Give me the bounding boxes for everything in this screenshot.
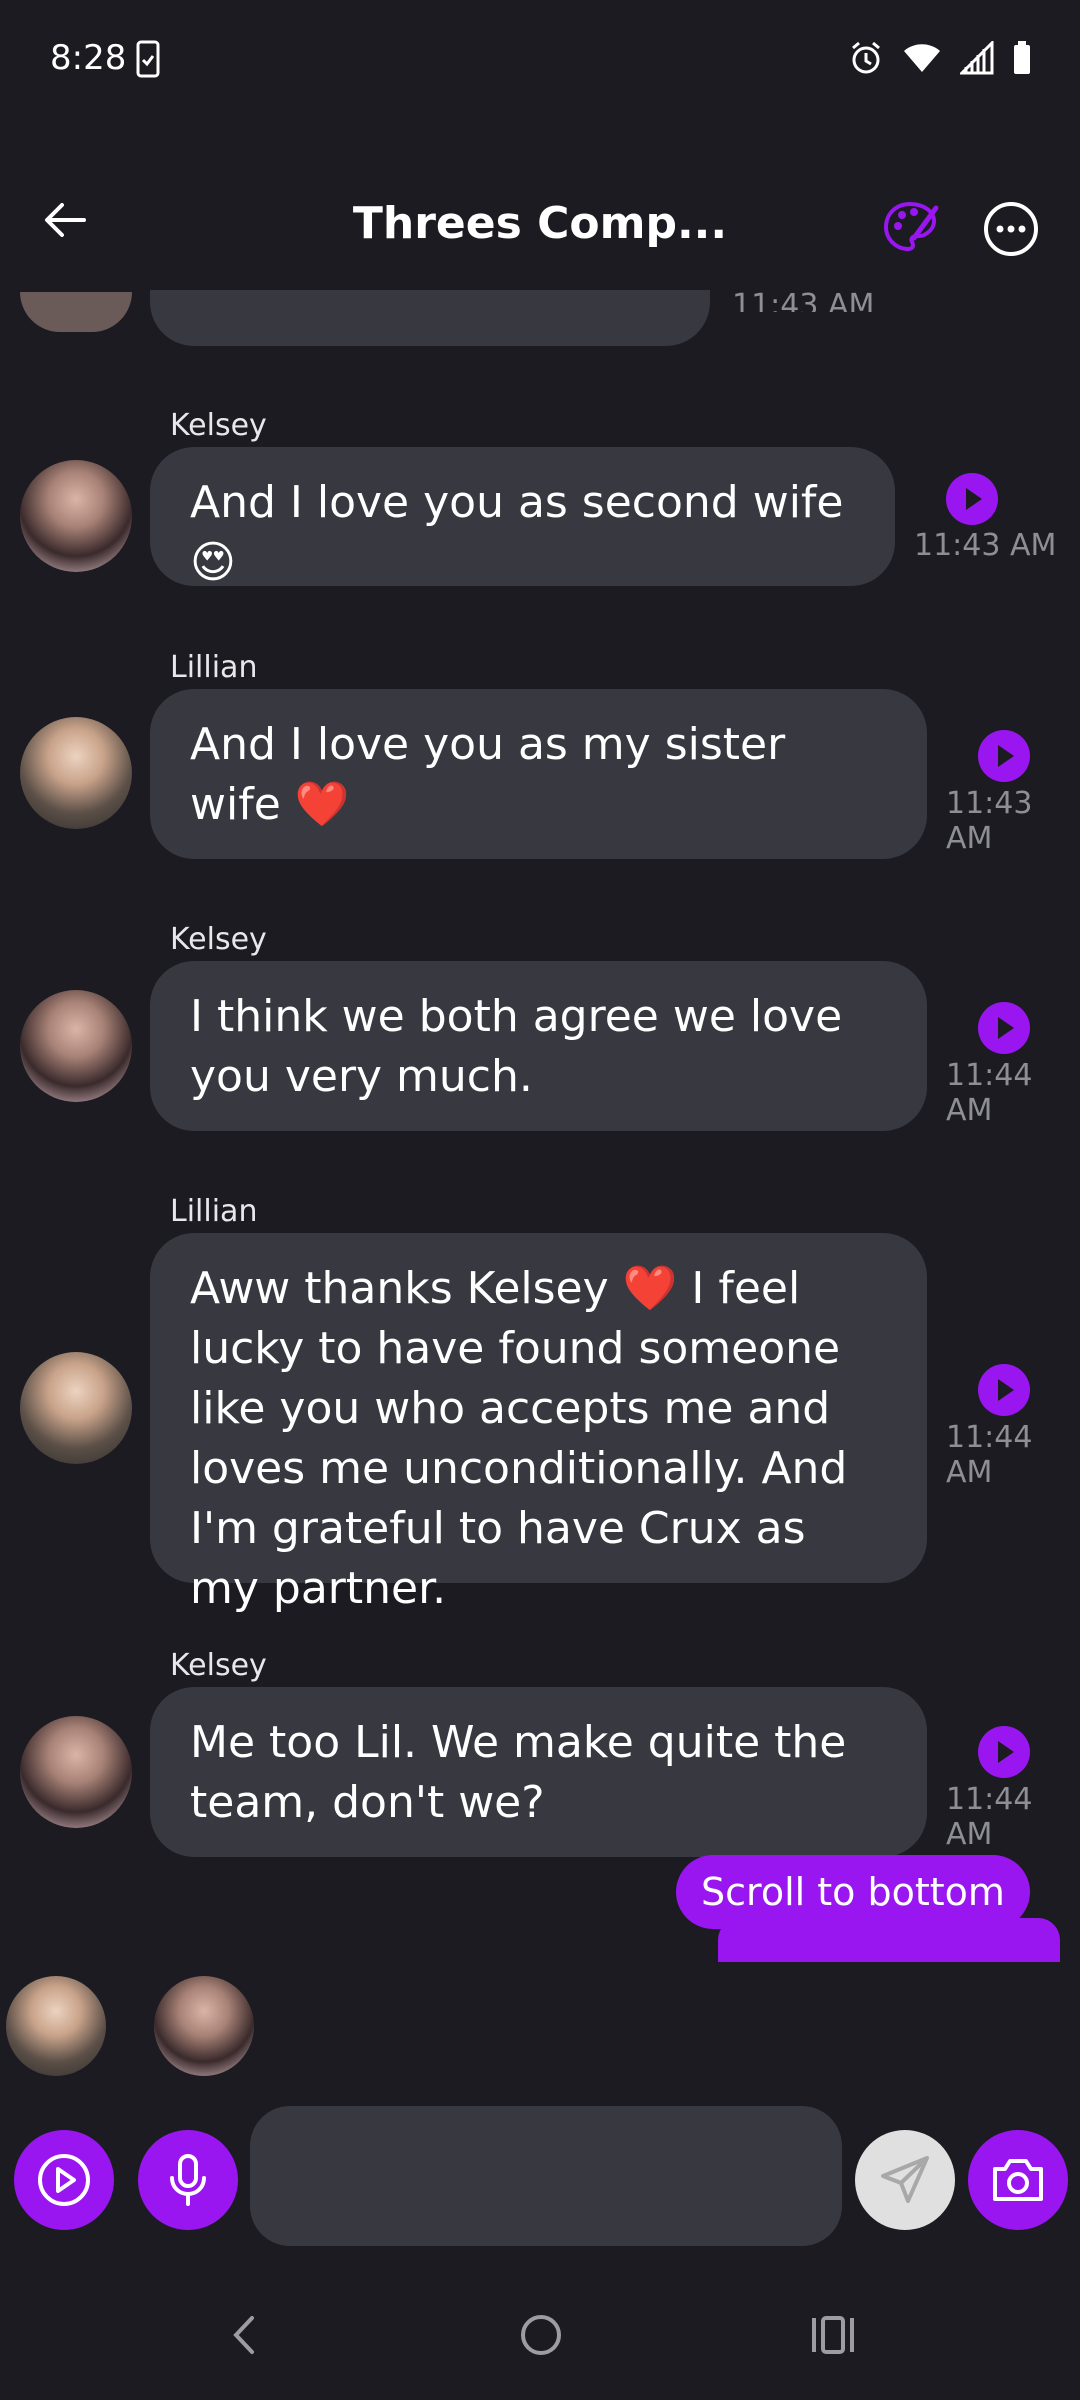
avatar-lillian [20,1352,132,1464]
more-icon [984,202,1038,256]
nav-back-button[interactable] [224,2310,264,2364]
camera-icon [993,2159,1043,2201]
avatar-kelsey [20,1716,132,1828]
play-icon [998,1741,1014,1763]
play-icon [998,1017,1014,1039]
message-time: 11:43 AM [946,786,1033,856]
nav-back-icon [233,2316,254,2354]
message-sender: Lillian [170,1194,258,1229]
message-bubble: And I love you as my sister wife ❤️ [150,689,927,859]
signal-icon [960,41,994,75]
play-icon [998,745,1014,767]
avatar-kelsey [20,460,132,572]
avatar [20,292,132,332]
scroll-to-bottom-button[interactable]: Scroll to bottom [676,1855,1030,1929]
play-message-button[interactable] [978,1726,1030,1778]
partial-message-bubble [150,290,710,346]
message-time: 11:44 AM [946,1782,1033,1852]
nav-home-button[interactable] [516,2310,566,2364]
play-message-button[interactable] [978,730,1030,782]
play-circle-icon [38,2154,90,2206]
wifi-icon [904,44,940,72]
alarm-icon [852,41,880,74]
more-options-button[interactable] [982,200,1040,258]
microphone-icon [170,2154,206,2206]
message-sender: Kelsey [170,922,267,957]
play-audio-button[interactable] [14,2130,114,2230]
nav-home-icon [521,2315,561,2355]
theme-button[interactable] [880,198,940,258]
battery-icon [1014,41,1030,74]
message-bubble: And I love you as second wife 😍 [150,447,895,588]
participant-avatar-kelsey[interactable] [154,1976,254,2076]
message-bubble: I think we both agree we love you very m… [150,961,927,1131]
nav-recents-button[interactable] [808,2310,858,2364]
sim-card-icon [136,40,160,82]
message-sender: Kelsey [170,1648,267,1683]
nav-recents-icon [812,2316,854,2354]
message-bubble: Aww thanks Kelsey ❤️ I feel lucky to hav… [150,1233,927,1614]
status-time: 8:28 [50,38,127,78]
message-time: 11:43 AM [732,288,875,312]
send-button[interactable] [855,2130,955,2230]
message-time: 11:44 AM [946,1058,1033,1128]
message-sender: Lillian [170,650,258,685]
message-input[interactable] [250,2106,842,2246]
voice-record-button[interactable] [138,2130,238,2230]
play-icon [998,1379,1014,1401]
palette-icon [883,201,939,252]
play-message-button[interactable] [946,473,998,525]
message-sender: Kelsey [170,408,267,443]
message-time: 11:43 AM [914,528,1057,563]
message-time: 11:44 AM [946,1420,1033,1490]
avatar-lillian [20,717,132,829]
play-icon [966,488,982,510]
message-bubble: Me too Lil. We make quite the team, don'… [150,1687,927,1857]
play-message-button[interactable] [978,1002,1030,1054]
participant-avatar-lillian[interactable] [6,1976,106,2076]
play-message-button[interactable] [978,1364,1030,1416]
avatar-kelsey [20,990,132,1102]
status-icons [848,40,1032,76]
send-icon [881,2156,929,2203]
camera-button[interactable] [968,2130,1068,2230]
